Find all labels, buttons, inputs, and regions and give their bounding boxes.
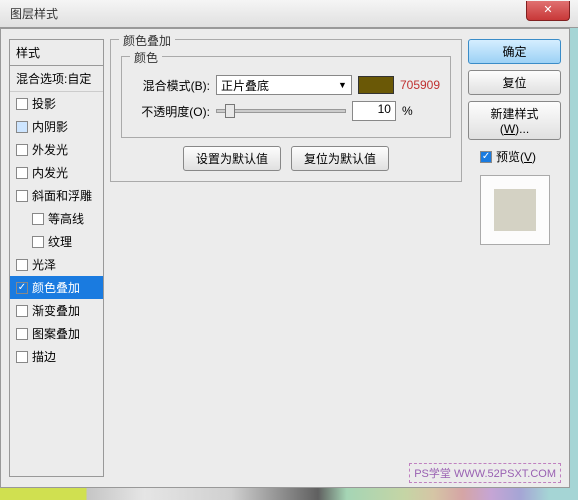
- style-item-label: 颜色叠加: [32, 279, 80, 296]
- style-item[interactable]: ✓ 颜色叠加: [10, 276, 103, 299]
- preview-checkbox-row[interactable]: ✓ 预览(V): [468, 146, 561, 169]
- blend-mode-label: 混合模式(B):: [132, 77, 210, 94]
- style-item-label: 内发光: [32, 164, 68, 181]
- style-item-label: 光泽: [32, 256, 56, 273]
- style-item[interactable]: 光泽: [10, 253, 103, 276]
- close-button[interactable]: ✕: [526, 1, 570, 21]
- dialog-body: 样式 混合选项:自定 投影内阴影外发光内发光斜面和浮雕等高线纹理光泽 ✓ 颜色叠加渐…: [0, 28, 570, 488]
- reset-default-button[interactable]: 复位为默认值: [291, 146, 389, 171]
- style-item-label: 内阴影: [32, 118, 68, 135]
- opacity-slider[interactable]: [216, 109, 346, 113]
- style-item[interactable]: 内阴影: [10, 115, 103, 138]
- style-list: 样式 混合选项:自定 投影内阴影外发光内发光斜面和浮雕等高线纹理光泽 ✓ 颜色叠加渐…: [9, 39, 104, 477]
- style-checkbox[interactable]: [16, 328, 28, 340]
- style-item-label: 等高线: [48, 210, 84, 227]
- opacity-row: 不透明度(O): 10 %: [132, 101, 440, 121]
- new-style-button[interactable]: 新建样式(W)...: [468, 101, 561, 140]
- cancel-button[interactable]: 复位: [468, 70, 561, 95]
- style-item[interactable]: 斜面和浮雕: [10, 184, 103, 207]
- style-item[interactable]: 渐变叠加: [10, 299, 103, 322]
- watermark: PS学堂 WWW.52PSXT.COM: [409, 463, 561, 483]
- color-overlay-group: 颜色叠加 颜色 混合模式(B): 正片叠底 ▼ 705909 不透明度(O):: [110, 39, 462, 182]
- settings-panel: 颜色叠加 颜色 混合模式(B): 正片叠底 ▼ 705909 不透明度(O):: [104, 39, 468, 477]
- preview-box: [480, 175, 550, 245]
- style-checkbox[interactable]: [16, 190, 28, 202]
- style-checkbox[interactable]: [16, 351, 28, 363]
- panel-title: 颜色叠加: [119, 32, 175, 49]
- style-item[interactable]: 图案叠加: [10, 322, 103, 345]
- preview-label: 预览(V): [496, 148, 536, 165]
- style-checkbox[interactable]: [16, 167, 28, 179]
- ok-button[interactable]: 确定: [468, 39, 561, 64]
- style-item-label: 投影: [32, 95, 56, 112]
- style-item[interactable]: 纹理: [10, 230, 103, 253]
- title-bar: 图层样式 ✕: [0, 0, 578, 28]
- style-checkbox[interactable]: [16, 98, 28, 110]
- style-item[interactable]: 等高线: [10, 207, 103, 230]
- style-checkbox[interactable]: [16, 259, 28, 271]
- blend-mode-value: 正片叠底: [221, 77, 269, 94]
- right-column: 确定 复位 新建样式(W)... ✓ 预览(V): [468, 39, 561, 477]
- set-default-button[interactable]: 设置为默认值: [183, 146, 281, 171]
- color-group-legend: 颜色: [130, 49, 162, 66]
- dialog-title: 图层样式: [10, 5, 58, 22]
- style-item-label: 渐变叠加: [32, 302, 80, 319]
- slider-thumb[interactable]: [225, 104, 235, 118]
- preview-swatch: [494, 189, 536, 231]
- color-swatch[interactable]: [358, 76, 394, 94]
- style-item-label: 图案叠加: [32, 325, 80, 342]
- style-item-label: 外发光: [32, 141, 68, 158]
- opacity-unit: %: [402, 104, 413, 118]
- watermark-left: PS学堂: [414, 468, 451, 480]
- watermark-right: WWW.52PSXT.COM: [454, 468, 556, 480]
- style-item[interactable]: 外发光: [10, 138, 103, 161]
- style-checkbox[interactable]: [32, 236, 44, 248]
- style-checkbox[interactable]: [32, 213, 44, 225]
- opacity-label: 不透明度(O):: [132, 103, 210, 120]
- style-checkbox[interactable]: [16, 144, 28, 156]
- default-buttons-row: 设置为默认值 复位为默认值: [121, 146, 451, 171]
- blend-mode-dropdown[interactable]: 正片叠底 ▼: [216, 75, 352, 95]
- style-item[interactable]: 投影: [10, 92, 103, 115]
- color-hex: 705909: [400, 78, 440, 92]
- style-checkbox[interactable]: [16, 305, 28, 317]
- style-item[interactable]: 描边: [10, 345, 103, 368]
- opacity-input[interactable]: 10: [352, 101, 396, 121]
- style-checkbox[interactable]: ✓: [16, 282, 28, 294]
- style-checkbox[interactable]: [16, 121, 28, 133]
- blend-mode-row: 混合模式(B): 正片叠底 ▼ 705909: [132, 75, 440, 95]
- style-item[interactable]: 内发光: [10, 161, 103, 184]
- blend-options-header[interactable]: 混合选项:自定: [10, 66, 103, 92]
- color-group: 颜色 混合模式(B): 正片叠底 ▼ 705909 不透明度(O):: [121, 56, 451, 138]
- style-list-header[interactable]: 样式: [10, 40, 103, 66]
- style-item-label: 描边: [32, 348, 56, 365]
- style-item-label: 纹理: [48, 233, 72, 250]
- chevron-down-icon: ▼: [338, 80, 347, 90]
- preview-checkbox[interactable]: ✓: [480, 151, 492, 163]
- style-item-label: 斜面和浮雕: [32, 187, 92, 204]
